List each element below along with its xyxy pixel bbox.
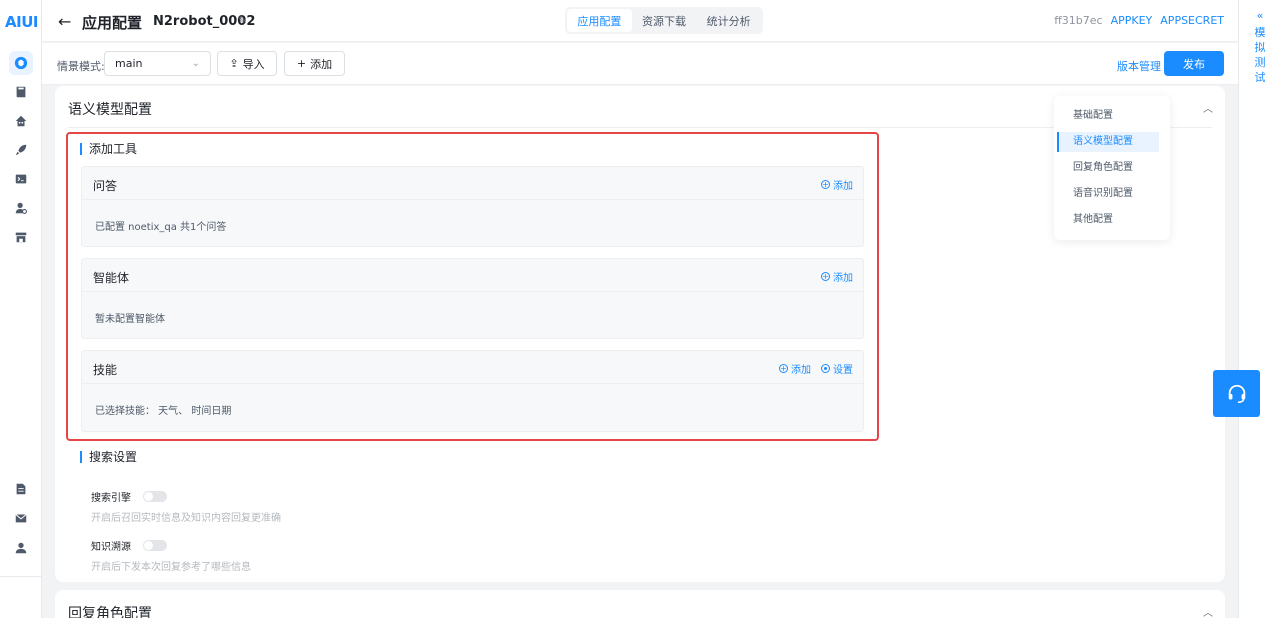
skills-add-label: 添加: [791, 365, 811, 376]
tool-agent: 智能体 + 添加 暂未配置智能体: [81, 258, 864, 339]
anchor-other-config[interactable]: 其他配置: [1057, 210, 1159, 230]
tool-actions: + 添加: [821, 269, 853, 284]
tool-body: 暂未配置智能体: [95, 314, 165, 325]
aiui-logo[interactable]: AIUI: [5, 13, 38, 31]
semantic-model-card: 语义模型配置 ︿ 添加工具 问答 + 添加 已配置 noetix_qa 共1个问答…: [55, 86, 1225, 582]
store-icon[interactable]: [9, 225, 33, 249]
card-divider: [68, 127, 1212, 128]
toggle-label: 知识溯源: [91, 542, 131, 553]
tab-statistics[interactable]: 统计分析: [696, 9, 761, 32]
tool-name: 技能: [93, 363, 118, 377]
anchor-reply-role-config[interactable]: 回复角色配置: [1057, 158, 1159, 178]
agent-add-label: 添加: [833, 273, 853, 284]
terminal-icon[interactable]: [9, 167, 33, 191]
tool-skills: 技能 + 添加 设置 已选择技能： 天气、 时间日期: [81, 350, 864, 432]
agent-add-button[interactable]: + 添加: [821, 269, 853, 284]
card-title: 语义模型配置: [68, 102, 152, 118]
tool-actions: + 添加 设置: [779, 361, 853, 376]
section-anchor-menu: 基础配置 语义模型配置 回复角色配置 语音识别配置 其他配置: [1054, 96, 1170, 240]
skills-settings-button[interactable]: 设置: [821, 361, 853, 376]
add-label: 添加: [310, 57, 333, 71]
user-settings-icon[interactable]: [9, 196, 33, 220]
tab-app-config[interactable]: 应用配置: [567, 9, 632, 32]
chevron-up-icon[interactable]: ︿: [1203, 604, 1213, 618]
tool-body: 已选择技能： 天气、 时间日期: [95, 406, 232, 417]
version-management-link[interactable]: 版本管理: [1117, 58, 1161, 74]
appkey-link[interactable]: APPKEY: [1111, 14, 1153, 27]
tool-name: 问答: [93, 179, 118, 193]
upload-icon: ⇪: [229, 57, 239, 70]
radio-settings-icon: [821, 364, 830, 373]
anchor-asr-config[interactable]: 语音识别配置: [1057, 184, 1159, 204]
plus-circle-icon: +: [779, 364, 788, 373]
tool-header: 问答 + 添加: [82, 167, 863, 200]
simulate-test-char: 模: [1254, 26, 1266, 39]
plus-icon: +: [296, 57, 307, 70]
tool-qa: 问答 + 添加 已配置 noetix_qa 共1个问答: [81, 166, 864, 247]
qa-add-label: 添加: [833, 181, 853, 192]
chevron-down-icon: ⌄: [191, 58, 200, 69]
simulate-test-char: 拟: [1254, 41, 1266, 54]
scene-select[interactable]: main ⌄: [104, 51, 211, 76]
add-scene-button[interactable]: + 添加: [284, 51, 345, 76]
scene-select-value: main: [115, 57, 143, 70]
knowledge-source-toggle[interactable]: [143, 540, 167, 551]
card-title: 回复角色配置: [68, 606, 152, 618]
anchor-basic-config[interactable]: 基础配置: [1057, 106, 1159, 126]
toggle-description: 开启后召回实时信息及知识内容回复更准确: [91, 513, 281, 524]
tab-resource-download[interactable]: 资源下载: [632, 9, 697, 32]
rocket-icon[interactable]: [9, 138, 33, 162]
sidebar-divider: [0, 576, 42, 577]
reply-role-card: 回复角色配置 ︿: [55, 590, 1225, 618]
skills-add-button[interactable]: + 添加: [779, 361, 811, 376]
tool-header: 智能体 + 添加: [82, 259, 863, 292]
simulate-test-char: 试: [1254, 71, 1266, 84]
mail-icon[interactable]: [9, 506, 33, 530]
customer-support-button[interactable]: [1213, 370, 1260, 417]
anchor-semantic-config[interactable]: 语义模型配置: [1057, 132, 1159, 152]
right-rail: « 模 拟 测 试: [1238, 0, 1280, 618]
headset-icon: [1228, 384, 1245, 403]
chevron-up-icon[interactable]: ︿: [1203, 100, 1213, 115]
arrow-left-icon[interactable]: ←: [58, 12, 71, 31]
tool-header: 技能 + 添加 设置: [82, 351, 863, 384]
search-settings-label: 搜索设置: [80, 451, 137, 463]
robot-icon[interactable]: [9, 109, 33, 133]
search-engine-toggle[interactable]: [143, 491, 167, 502]
add-tools-label: 添加工具: [80, 143, 137, 155]
scene-label: 情景模式:: [57, 60, 105, 73]
appsecret-link[interactable]: APPSECRET: [1160, 14, 1224, 27]
book-icon[interactable]: [9, 80, 33, 104]
app-credentials: ff31b7ec APPKEY APPSECRET: [1054, 14, 1224, 27]
toggle-description: 开启后下发本次回复参考了哪些信息: [91, 562, 251, 573]
top-header: ← 应用配置 N2robot_0002 ✎ 应用配置 资源下载 统计分析 ff3…: [42, 0, 1238, 42]
app-config-icon[interactable]: [9, 51, 33, 75]
publish-button[interactable]: 发布: [1164, 51, 1224, 76]
main-tabs: 应用配置 资源下载 统计分析: [565, 7, 763, 34]
document-icon[interactable]: [9, 477, 33, 501]
knowledge-source-row: 知识溯源: [91, 538, 167, 553]
double-chevron-left-icon: «: [1256, 9, 1264, 22]
simulate-test-toggle[interactable]: « 模 拟 测 试: [1253, 8, 1267, 85]
page-title: 应用配置: [82, 14, 143, 32]
app-id: ff31b7ec: [1054, 14, 1103, 27]
tool-actions: + 添加: [821, 177, 853, 192]
scene-toolbar: 情景模式: main ⌄ ⇪ 导入 + 添加 版本管理 发布: [42, 43, 1238, 85]
skills-settings-label: 设置: [833, 365, 853, 376]
import-label: 导入: [242, 57, 265, 71]
left-sidebar: AIUI: [0, 0, 42, 618]
tool-name: 智能体: [93, 271, 130, 285]
edit-pencil-icon[interactable]: ✎: [238, 14, 247, 27]
toggle-label: 搜索引擎: [91, 493, 131, 504]
simulate-test-char: 测: [1254, 56, 1266, 69]
plus-circle-icon: +: [821, 180, 830, 189]
qa-add-button[interactable]: + 添加: [821, 177, 853, 192]
search-engine-row: 搜索引擎: [91, 489, 167, 504]
user-icon[interactable]: [9, 536, 33, 560]
import-button[interactable]: ⇪ 导入: [217, 51, 277, 76]
tool-body: 已配置 noetix_qa 共1个问答: [95, 222, 227, 233]
plus-circle-icon: +: [821, 272, 830, 281]
